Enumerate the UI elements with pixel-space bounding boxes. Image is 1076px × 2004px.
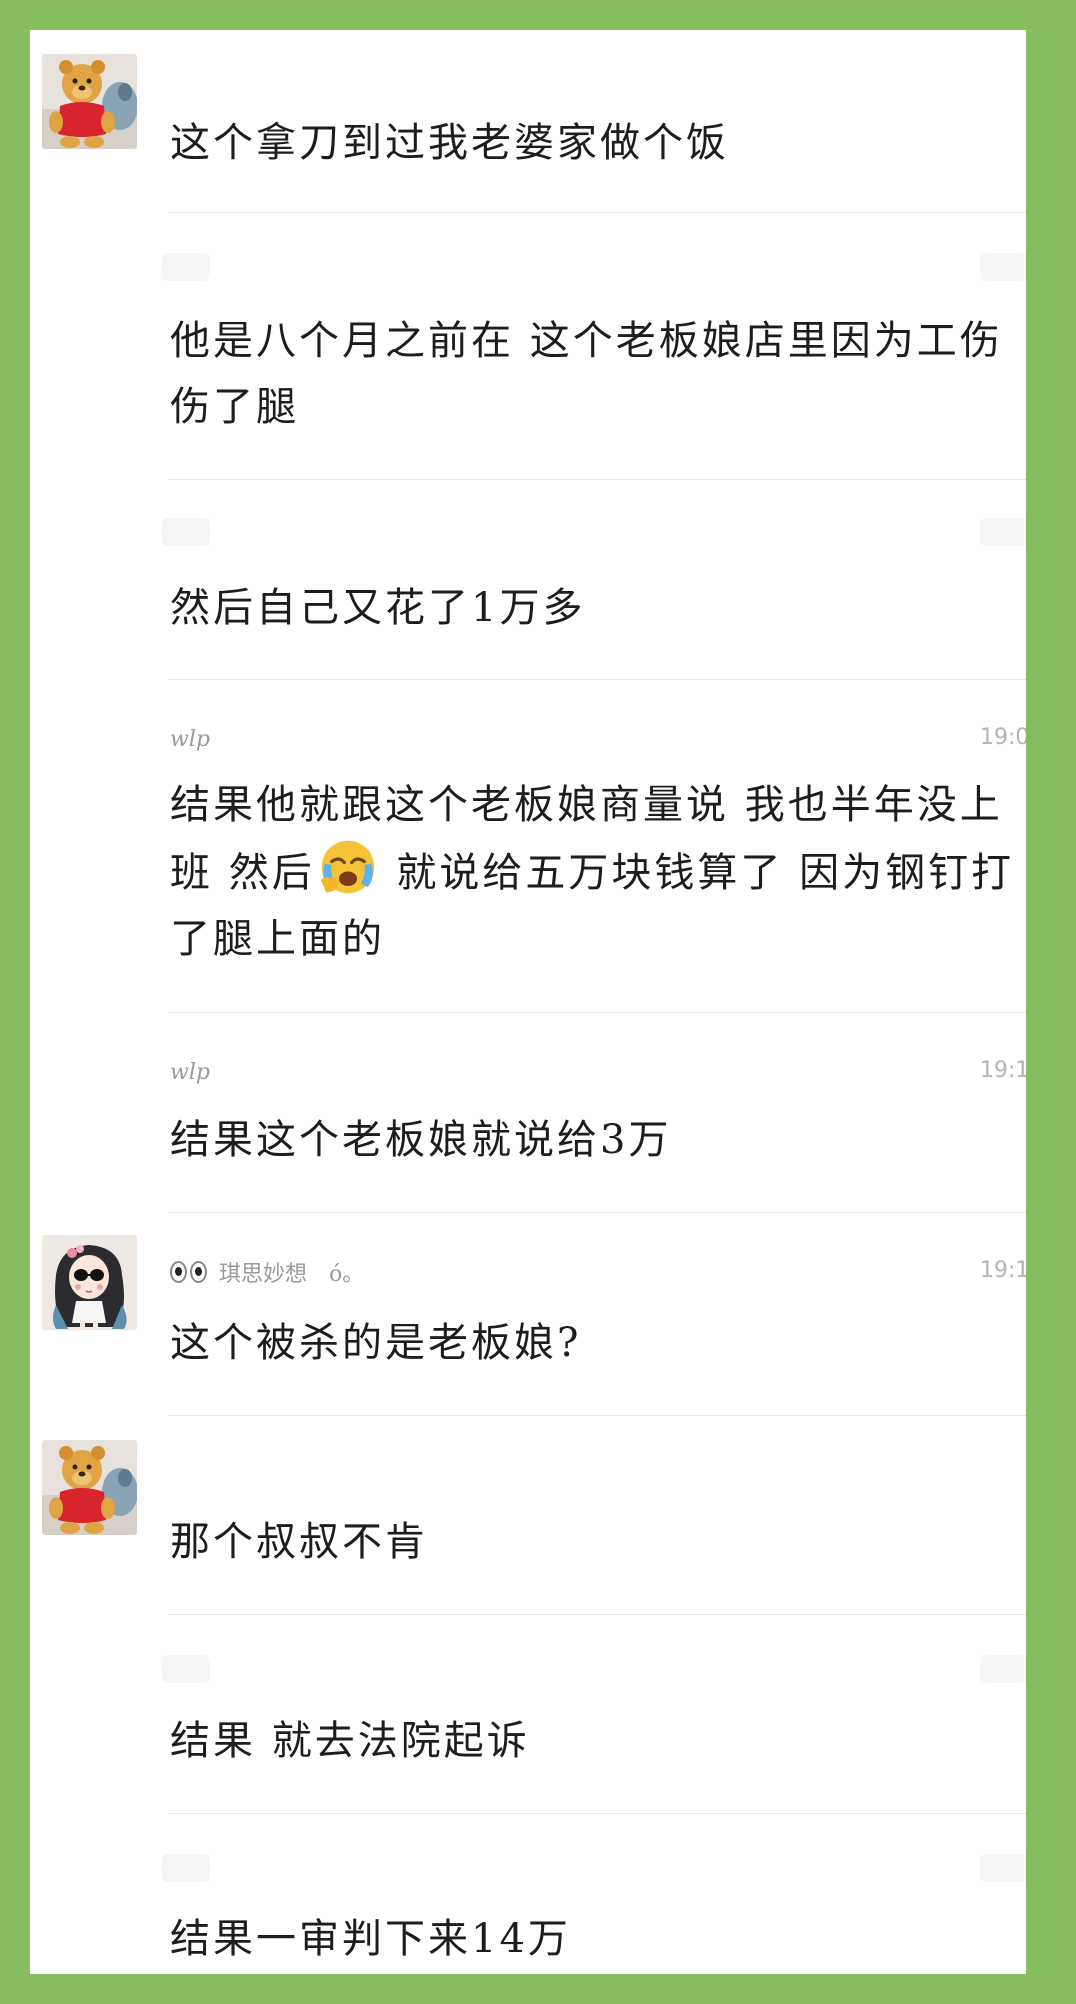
bear-avatar-icon (42, 1440, 137, 1535)
message-text: 结果他就跟这个老板娘商量说 我也半年没上班 然后 就说给五万块钱算了 因为钢钉打… (170, 772, 1020, 972)
chat-message: 这个拿刀到过我老婆家做个饭 (30, 30, 1026, 213)
girl-avatar-icon (42, 1235, 137, 1330)
message-time: 19:0 (980, 725, 1026, 750)
message-text: 结果这个老板娘就说给3万 (170, 1117, 672, 1163)
faint-name-placeholder (162, 253, 210, 281)
sender-label: wlp (170, 726, 210, 752)
message-time: 19:1 (980, 1258, 1026, 1283)
faint-time-placeholder (980, 253, 1026, 281)
chat-message: 然后自己又花了1万多 (30, 480, 1026, 680)
chat-message: 结果 就去法院起诉 (30, 1615, 1026, 1814)
sender-label: wlp (170, 1059, 210, 1085)
crying-face-icon (320, 840, 374, 894)
avatar-pooh[interactable] (42, 1440, 137, 1535)
message-text: 结果一审判下来14万 (170, 1916, 571, 1962)
sender-name[interactable]: wlp (170, 725, 210, 753)
sender-name[interactable]: 琪思妙想 ó。 (170, 1258, 365, 1287)
chat-message: 结果一审判下来14万 (30, 1814, 1026, 1974)
message-text: 那个叔叔不肯 (170, 1519, 428, 1565)
message-text: 这个被杀的是老板娘? (170, 1320, 582, 1366)
eyes-icon (170, 1261, 207, 1283)
avatar-pooh[interactable] (42, 54, 137, 149)
sender-suffix: ó。 (329, 1262, 365, 1287)
message-time: 19:1 (980, 1058, 1026, 1083)
sender-label: 琪思妙想 (219, 1262, 308, 1287)
chat-message: 他是八个月之前在 这个老板娘店里因为工伤 伤了腿 (30, 213, 1026, 480)
faint-time-placeholder (980, 1655, 1026, 1683)
message-text: 结果 就去法院起诉 (170, 1718, 530, 1764)
chat-message: 那个叔叔不肯 (30, 1416, 1026, 1615)
faint-name-placeholder (162, 1854, 210, 1882)
bear-avatar-icon (42, 54, 137, 149)
message-text: 然后自己又花了1万多 (170, 585, 586, 631)
chat-message: wlp 19:0 结果他就跟这个老板娘商量说 我也半年没上班 然后 就说给五万块… (30, 680, 1026, 1013)
message-text: 他是八个月之前在 这个老板娘店里因为工伤 伤了腿 (170, 318, 1003, 430)
faint-name-placeholder (162, 518, 210, 546)
faint-time-placeholder (980, 1854, 1026, 1882)
chat-message: 琪思妙想 ó。 19:1 这个被杀的是老板娘? (30, 1213, 1026, 1416)
faint-time-placeholder (980, 518, 1026, 546)
sender-name[interactable]: wlp (170, 1058, 210, 1086)
chat-message: wlp 19:1 结果这个老板娘就说给3万 (30, 1013, 1026, 1213)
chat-panel: 这个拿刀到过我老婆家做个饭 他是八个月之前在 这个老板娘店里因为工伤 伤了腿 然… (30, 30, 1026, 1974)
avatar-girl[interactable] (42, 1235, 137, 1330)
faint-name-placeholder (162, 1655, 210, 1683)
message-text: 这个拿刀到过我老婆家做个饭 (170, 120, 729, 166)
